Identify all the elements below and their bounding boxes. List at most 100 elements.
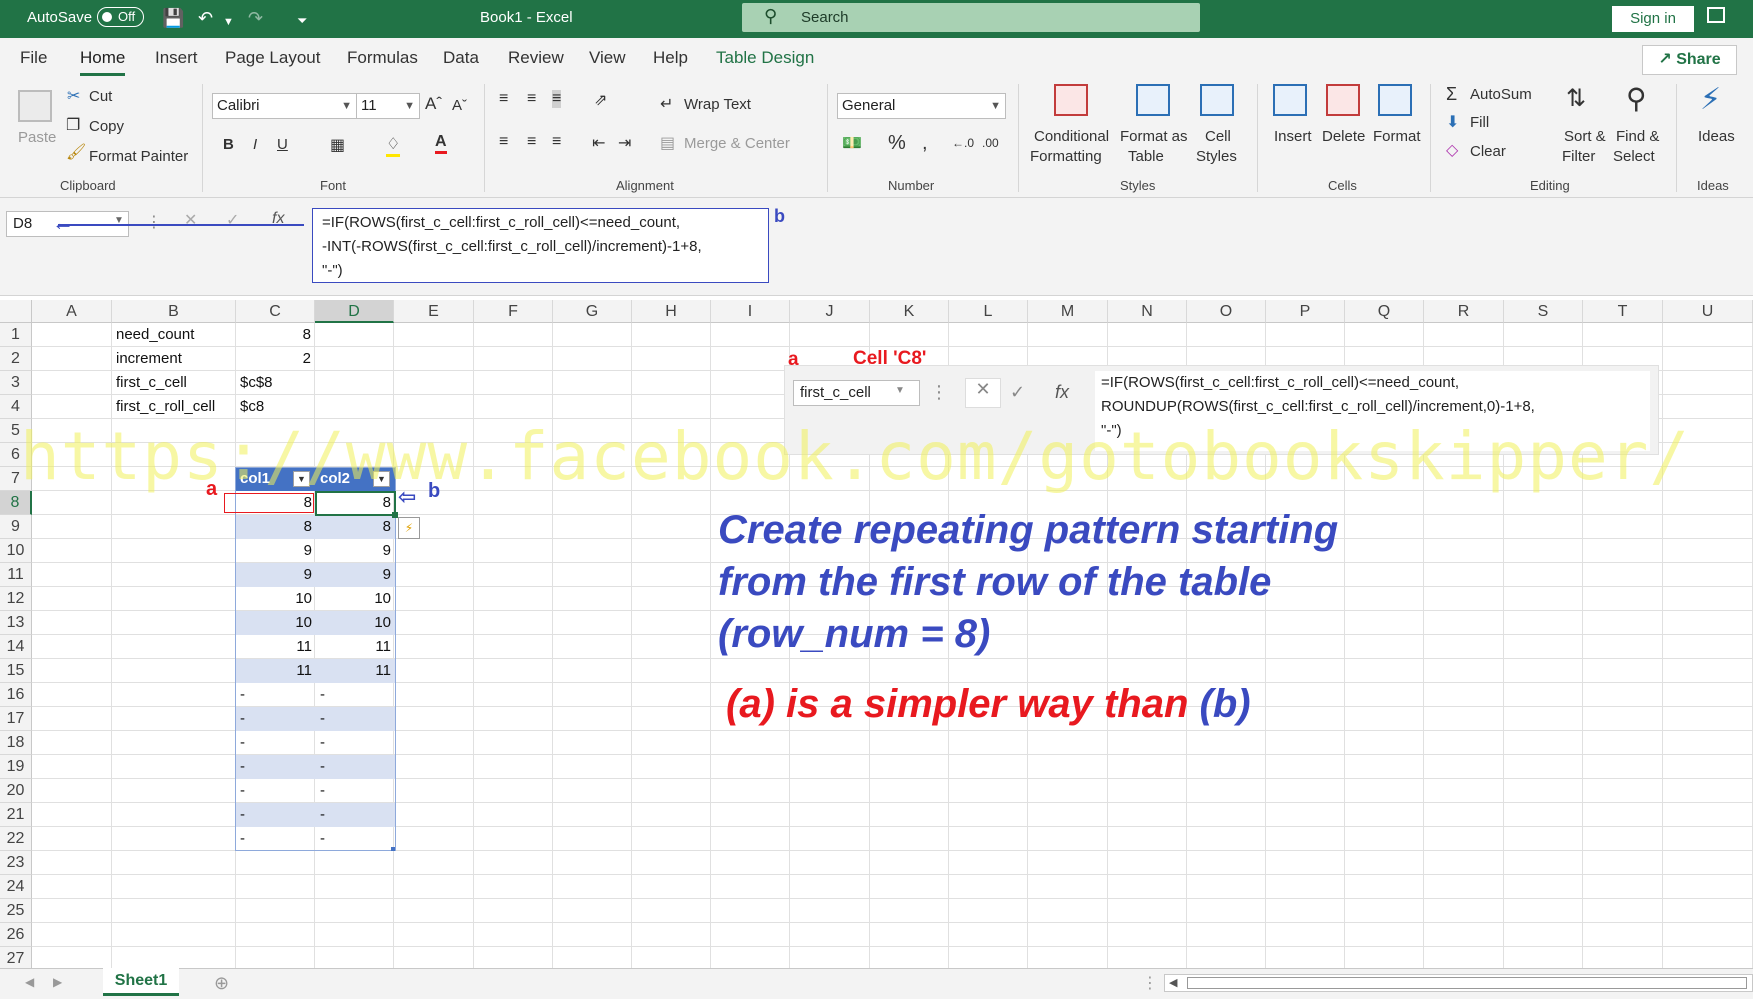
scroll-left-icon[interactable]: ◀ bbox=[1169, 976, 1177, 989]
column-header-a[interactable]: A bbox=[32, 300, 112, 323]
insert-cells-button[interactable]: Insert bbox=[1274, 128, 1312, 145]
column-header-g[interactable]: G bbox=[553, 300, 632, 323]
format-cells-button[interactable]: Format bbox=[1373, 128, 1421, 145]
delete-cells-button[interactable]: Delete bbox=[1322, 128, 1365, 145]
percent-button[interactable]: % bbox=[888, 132, 906, 155]
undo-icon[interactable]: ↶ bbox=[198, 8, 213, 28]
format-painter-button[interactable]: Format Painter bbox=[89, 148, 188, 165]
paste-button[interactable]: Paste bbox=[18, 129, 56, 146]
tab-view[interactable]: View bbox=[589, 48, 626, 68]
scrollbar-thumb[interactable] bbox=[1187, 977, 1747, 989]
borders-icon[interactable]: ▦ bbox=[330, 135, 345, 155]
align-top-icon[interactable]: ≡ bbox=[499, 90, 508, 108]
customize-qat-icon[interactable]: ⏷ bbox=[297, 11, 307, 31]
column-header-t[interactable]: T bbox=[1583, 300, 1663, 323]
row-header-24[interactable]: 24 bbox=[0, 875, 32, 899]
clear-button[interactable]: Clear bbox=[1470, 143, 1506, 160]
align-middle-icon[interactable]: ≡ bbox=[527, 90, 536, 108]
row-header-10[interactable]: 10 bbox=[0, 539, 32, 563]
table-resize-handle[interactable] bbox=[391, 847, 395, 851]
row-header-16[interactable]: 16 bbox=[0, 683, 32, 707]
column-header-f[interactable]: F bbox=[474, 300, 553, 323]
autosave-toggle[interactable]: Off bbox=[97, 7, 144, 27]
tab-formulas[interactable]: Formulas bbox=[347, 48, 418, 68]
cell-styles-line1[interactable]: Cell bbox=[1205, 128, 1231, 145]
row-header-12[interactable]: 12 bbox=[0, 587, 32, 611]
increase-indent-icon[interactable]: ⇥ bbox=[618, 133, 631, 153]
column-header-h[interactable]: H bbox=[632, 300, 711, 323]
sort-filter-line2[interactable]: Filter bbox=[1562, 148, 1595, 165]
align-right-icon[interactable]: ≡ bbox=[552, 133, 561, 151]
row-header-4[interactable]: 4 bbox=[0, 395, 32, 419]
tab-help[interactable]: Help bbox=[653, 48, 688, 68]
align-left-icon[interactable]: ≡ bbox=[499, 133, 508, 151]
column-header-d[interactable]: D bbox=[315, 300, 394, 323]
underline-button[interactable]: U bbox=[277, 136, 288, 153]
tab-insert[interactable]: Insert bbox=[155, 48, 198, 68]
row-header-8[interactable]: 8 bbox=[0, 491, 32, 515]
column-header-r[interactable]: R bbox=[1424, 300, 1504, 323]
row-header-22[interactable]: 22 bbox=[0, 827, 32, 851]
number-format-box[interactable]: General ▼ bbox=[837, 93, 1006, 119]
row-header-20[interactable]: 20 bbox=[0, 779, 32, 803]
fill-color-icon[interactable]: ♢ bbox=[386, 134, 401, 157]
format-as-table-line1[interactable]: Format as bbox=[1120, 128, 1188, 145]
select-all-corner[interactable] bbox=[0, 300, 32, 323]
column-header-o[interactable]: O bbox=[1187, 300, 1266, 323]
wrap-text-button[interactable]: Wrap Text bbox=[684, 96, 751, 113]
row-header-25[interactable]: 25 bbox=[0, 899, 32, 923]
add-sheet-icon[interactable]: ⊕ bbox=[214, 973, 229, 994]
column-header-u[interactable]: U bbox=[1663, 300, 1753, 323]
row-header-15[interactable]: 15 bbox=[0, 659, 32, 683]
comma-button[interactable]: , bbox=[922, 132, 928, 155]
undo-dropdown-icon[interactable]: ▼ bbox=[223, 12, 234, 32]
row-header-2[interactable]: 2 bbox=[0, 347, 32, 371]
column-header-e[interactable]: E bbox=[394, 300, 474, 323]
increase-decimal-button[interactable]: ←.0 bbox=[952, 136, 974, 150]
align-center-icon[interactable]: ≡ bbox=[527, 133, 536, 151]
ideas-button[interactable]: Ideas bbox=[1698, 128, 1735, 145]
row-header-13[interactable]: 13 bbox=[0, 611, 32, 635]
copy-button[interactable]: Copy bbox=[89, 118, 124, 135]
paste-icon[interactable] bbox=[18, 90, 52, 122]
find-select-line2[interactable]: Select bbox=[1613, 148, 1655, 165]
grow-font-button[interactable]: Aˆ bbox=[425, 94, 442, 114]
tab-table-design[interactable]: Table Design bbox=[716, 48, 814, 68]
column-header-q[interactable]: Q bbox=[1345, 300, 1424, 323]
cell-c4[interactable]: $c8 bbox=[236, 395, 315, 419]
enter-icon[interactable]: ✓ bbox=[226, 210, 239, 230]
conditional-formatting-line2[interactable]: Formatting bbox=[1030, 148, 1102, 165]
column-header-s[interactable]: S bbox=[1504, 300, 1583, 323]
font-color-icon[interactable]: A bbox=[435, 133, 447, 154]
decrease-decimal-button[interactable]: .00 bbox=[982, 136, 999, 150]
decrease-indent-icon[interactable]: ⇤ bbox=[592, 133, 605, 153]
italic-button[interactable]: I bbox=[253, 136, 257, 153]
conditional-formatting-line1[interactable]: Conditional bbox=[1034, 128, 1109, 145]
cell-b2[interactable]: increment bbox=[112, 347, 232, 371]
scroll-right-icon[interactable]: ▶ bbox=[53, 975, 62, 989]
merge-center-button[interactable]: Merge & Center bbox=[684, 135, 790, 152]
tab-file[interactable]: File bbox=[20, 48, 47, 68]
cell-styles-line2[interactable]: Styles bbox=[1196, 148, 1237, 165]
cell-b4[interactable]: first_c_roll_cell bbox=[112, 395, 242, 419]
cell-b1[interactable]: need_count bbox=[112, 323, 232, 347]
find-select-line1[interactable]: Find & bbox=[1616, 128, 1659, 145]
cell-c2[interactable]: 2 bbox=[236, 347, 315, 371]
cell-c3[interactable]: $c$8 bbox=[236, 371, 315, 395]
row-header-21[interactable]: 21 bbox=[0, 803, 32, 827]
font-size-box[interactable]: 11 ▼ bbox=[356, 93, 420, 119]
tab-review[interactable]: Review bbox=[508, 48, 564, 68]
search-box[interactable]: ⚲ Search bbox=[742, 3, 1200, 32]
scroll-left-icon[interactable]: ◀ bbox=[25, 975, 34, 989]
cancel-icon[interactable]: ✕ bbox=[184, 210, 197, 230]
shrink-font-button[interactable]: Aˇ bbox=[452, 97, 467, 114]
tab-page-layout[interactable]: Page Layout bbox=[225, 48, 320, 68]
sort-filter-line1[interactable]: Sort & bbox=[1564, 128, 1606, 145]
row-header-5[interactable]: 5 bbox=[0, 419, 32, 443]
cell-c1[interactable]: 8 bbox=[236, 323, 315, 347]
redo-icon[interactable]: ↷ bbox=[248, 8, 263, 28]
orientation-icon[interactable]: ⇗ bbox=[594, 90, 607, 110]
row-header-3[interactable]: 3 bbox=[0, 371, 32, 395]
row-header-26[interactable]: 26 bbox=[0, 923, 32, 947]
row-header-14[interactable]: 14 bbox=[0, 635, 32, 659]
